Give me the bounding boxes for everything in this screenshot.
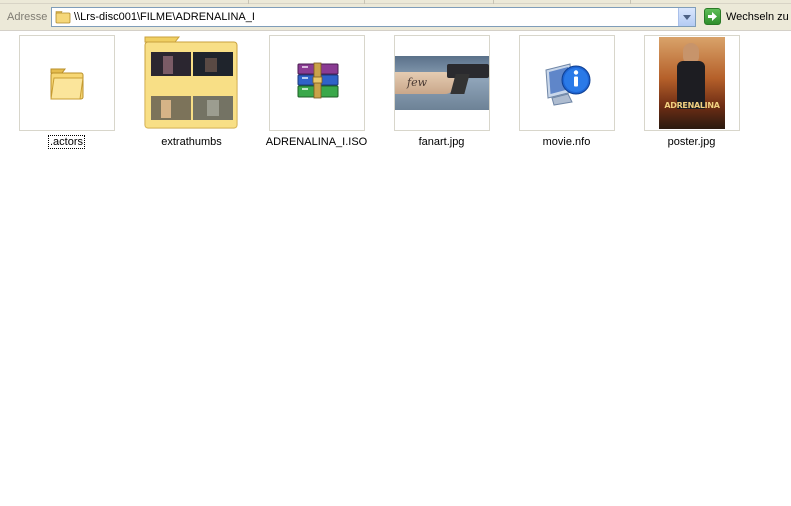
file-name: .actors	[47, 135, 86, 149]
file-name: movie.nfo	[542, 136, 591, 148]
thumbnail-frame	[144, 35, 240, 131]
address-input[interactable]: \\Lrs-disc001\FILME\ADRENALINA_I	[51, 7, 696, 27]
file-name: ADRENALINA_I.ISO	[265, 136, 368, 148]
fanart-thumbnail: few	[395, 56, 489, 110]
address-path: \\Lrs-disc001\FILME\ADRENALINA_I	[74, 11, 255, 23]
thumbnail-frame	[519, 35, 615, 131]
file-item-movie-nfo[interactable]: movie.nfo	[509, 35, 624, 155]
thumbnail-frame	[269, 35, 365, 131]
address-label: Adresse	[7, 11, 48, 23]
go-arrow-icon	[704, 8, 721, 25]
file-name: extrathumbs	[161, 136, 222, 148]
folder-icon	[50, 68, 84, 100]
poster-title: ADRENALINA	[664, 101, 720, 110]
go-button[interactable]: Wechseln zu	[702, 7, 791, 27]
file-name: poster.jpg	[667, 136, 716, 148]
thumbnail-frame: few	[394, 35, 490, 131]
file-name: fanart.jpg	[418, 136, 465, 148]
info-file-icon	[545, 63, 591, 106]
file-item-poster[interactable]: ADRENALINA poster.jpg	[634, 35, 749, 155]
address-dropdown-button[interactable]	[678, 8, 695, 26]
file-item-fanart[interactable]: few fanart.jpg	[384, 35, 499, 155]
file-item-extrathumbs[interactable]: extrathumbs	[134, 35, 249, 155]
chevron-down-icon	[683, 15, 691, 20]
thumbnail-frame	[19, 35, 115, 131]
folder-icon	[55, 10, 71, 24]
go-button-label: Wechseln zu	[726, 11, 789, 23]
tattoo-text: few	[407, 76, 427, 89]
toolbar-top-edge	[0, 0, 791, 4]
file-view[interactable]: .actors extrathumbs ADRENALINA_I.ISO few…	[0, 31, 791, 506]
thumbnail-frame: ADRENALINA	[644, 35, 740, 131]
winrar-archive-icon	[297, 62, 339, 99]
poster-thumbnail: ADRENALINA	[659, 37, 725, 129]
address-toolbar: Adresse \\Lrs-disc001\FILME\ADRENALINA_I…	[0, 0, 791, 31]
file-item-actors[interactable]: .actors	[9, 35, 124, 155]
thumbnail-folder-icon	[144, 36, 238, 129]
file-item-iso[interactable]: ADRENALINA_I.ISO	[259, 35, 374, 155]
